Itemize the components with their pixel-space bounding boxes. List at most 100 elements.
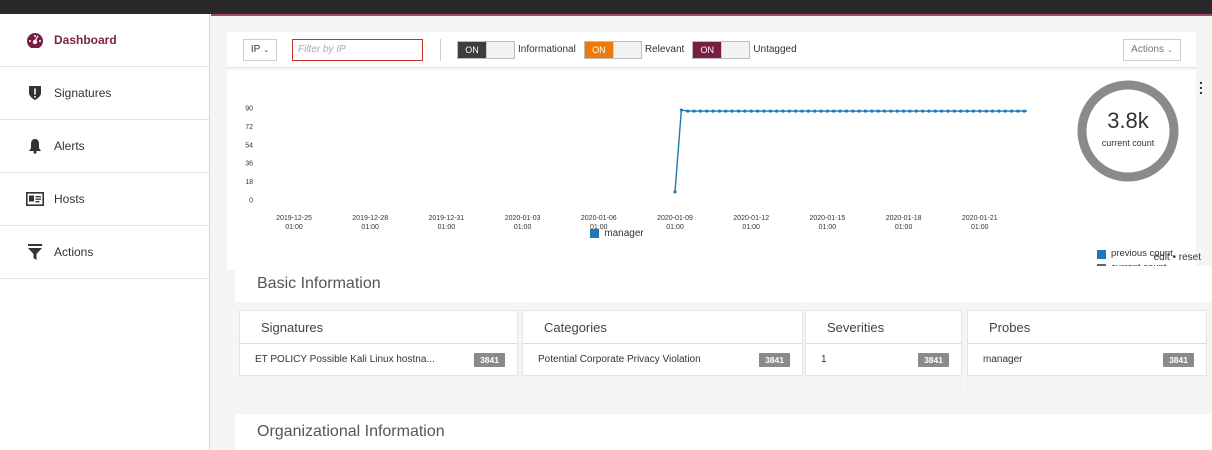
x-tick-label: 2019-12-25 bbox=[276, 215, 312, 222]
x-tick-label: 2020-01-06 bbox=[581, 215, 617, 222]
y-tick-label: 54 bbox=[245, 142, 253, 149]
data-point bbox=[730, 109, 734, 113]
data-point bbox=[863, 109, 868, 113]
y-tick-label: 18 bbox=[245, 179, 253, 186]
chart-legend[interactable]: manager bbox=[227, 228, 1007, 239]
data-point bbox=[825, 109, 830, 113]
x-tick-label: 2019-12-31 bbox=[428, 215, 464, 222]
relevant-toggle[interactable]: ON bbox=[583, 40, 642, 59]
data-point bbox=[813, 109, 817, 113]
severity-value: 1 bbox=[821, 354, 827, 365]
data-point bbox=[832, 109, 836, 113]
sidebar-item-label: Hosts bbox=[54, 192, 85, 206]
data-point bbox=[787, 109, 791, 113]
data-point bbox=[838, 109, 842, 113]
data-point bbox=[882, 109, 887, 113]
severities-panel: Severities 1 3841 bbox=[805, 310, 962, 394]
top-bar bbox=[0, 0, 1212, 14]
data-point bbox=[743, 109, 747, 113]
data-point bbox=[946, 109, 950, 113]
basic-info-panels: Signatures ET POLICY Possible Kali Linux… bbox=[239, 310, 1209, 394]
data-point bbox=[933, 109, 937, 113]
series-line-manager bbox=[674, 109, 1027, 192]
list-item[interactable]: manager 3841 bbox=[967, 343, 1207, 376]
data-point bbox=[698, 109, 702, 113]
sidebar-item-dashboard[interactable]: Dashboard bbox=[0, 14, 209, 67]
data-point bbox=[819, 109, 823, 113]
kebab-menu-icon[interactable]: ... bbox=[1197, 72, 1205, 96]
count-badge: 3841 bbox=[1163, 352, 1194, 367]
y-tick-label: 0 bbox=[249, 198, 253, 205]
probes-panel: Probes manager 3841 bbox=[967, 310, 1207, 394]
sidebar-item-signatures[interactable]: Signatures bbox=[0, 67, 209, 120]
bell-icon bbox=[26, 137, 44, 155]
toggle-off-area bbox=[486, 41, 514, 58]
data-point bbox=[959, 109, 963, 113]
toggle-on-label: ON bbox=[584, 41, 613, 58]
edit-reset-links[interactable]: edit • reset bbox=[1154, 252, 1201, 263]
filter-by-ip-input[interactable] bbox=[292, 38, 423, 61]
data-point bbox=[686, 109, 690, 113]
x-tick-label: 2020-01-21 bbox=[962, 215, 998, 222]
shield-exclamation-icon bbox=[26, 84, 44, 102]
data-point bbox=[692, 109, 696, 113]
data-point bbox=[940, 109, 944, 113]
x-tick-label: 2020-01-03 bbox=[505, 215, 541, 222]
category-name: Potential Corporate Privacy Violation bbox=[538, 354, 701, 365]
sidebar-item-hosts[interactable]: Hosts bbox=[0, 173, 209, 226]
ip-filter-dropdown[interactable]: IP ⌄ bbox=[243, 38, 277, 61]
data-point bbox=[711, 109, 715, 113]
timeline-chart[interactable]: 907254361802019-12-2501:002019-12-2801:0… bbox=[227, 70, 1027, 240]
donut-caption: current count bbox=[1101, 138, 1155, 148]
basic-information-section: Basic Information bbox=[235, 266, 1211, 302]
data-point bbox=[997, 109, 1001, 113]
panel-header: Probes bbox=[967, 310, 1207, 343]
signatures-panel: Signatures ET POLICY Possible Kali Linux… bbox=[239, 310, 518, 394]
sidebar-item-label: Actions bbox=[54, 245, 94, 259]
chevron-down-icon: ⌄ bbox=[1166, 46, 1173, 54]
count-badge: 3841 bbox=[474, 352, 505, 367]
data-point bbox=[705, 109, 709, 113]
filter-toolbar: IP ⌄ ON Informational ON Relevant ON Unt… bbox=[227, 32, 1196, 68]
legend-label-manager: manager bbox=[604, 228, 644, 239]
section-title: Basic Information bbox=[257, 275, 381, 292]
data-point bbox=[806, 109, 810, 113]
relevant-label: Relevant bbox=[644, 44, 685, 55]
data-point bbox=[755, 109, 760, 113]
x-tick-label: 2020-01-15 bbox=[809, 215, 845, 222]
data-point bbox=[1022, 109, 1026, 113]
data-point bbox=[775, 109, 779, 113]
data-point bbox=[971, 109, 976, 113]
data-point bbox=[857, 109, 861, 113]
signature-name: ET POLICY Possible Kali Linux hostna... bbox=[255, 354, 435, 365]
sidebar-item-alerts[interactable]: Alerts bbox=[0, 120, 209, 173]
data-point bbox=[908, 109, 912, 113]
legend-swatch bbox=[1097, 249, 1106, 259]
current-count-donut: 3.8k current count bbox=[1073, 76, 1183, 186]
data-point bbox=[762, 109, 766, 113]
list-item[interactable]: ET POLICY Possible Kali Linux hostna... … bbox=[239, 343, 518, 376]
data-point bbox=[927, 109, 931, 113]
data-point bbox=[965, 109, 969, 113]
list-item[interactable]: Potential Corporate Privacy Violation 38… bbox=[522, 343, 803, 376]
x-tick-label: 2020-01-09 bbox=[657, 215, 693, 222]
actions-dropdown[interactable]: Actions ⌄ bbox=[1123, 38, 1181, 61]
data-point bbox=[914, 109, 918, 113]
list-item[interactable]: 1 3841 bbox=[805, 343, 962, 376]
main-content: IP ⌄ ON Informational ON Relevant ON Unt… bbox=[211, 16, 1212, 450]
data-point bbox=[844, 109, 849, 113]
data-point bbox=[1016, 109, 1020, 113]
data-point bbox=[952, 109, 957, 113]
toggle-off-area bbox=[721, 41, 750, 58]
sidebar-item-label: Signatures bbox=[54, 86, 112, 100]
data-point bbox=[978, 109, 982, 113]
toggle-on-label: ON bbox=[693, 41, 722, 58]
sidebar-item-actions[interactable]: Actions bbox=[0, 226, 209, 279]
informational-toggle[interactable]: ON bbox=[457, 40, 515, 59]
data-point bbox=[870, 109, 874, 113]
x-tick-label: 2019-12-28 bbox=[352, 215, 388, 222]
data-point bbox=[895, 109, 899, 113]
data-point bbox=[768, 109, 772, 113]
untagged-label: Untagged bbox=[753, 44, 797, 55]
untagged-toggle[interactable]: ON bbox=[692, 40, 751, 59]
